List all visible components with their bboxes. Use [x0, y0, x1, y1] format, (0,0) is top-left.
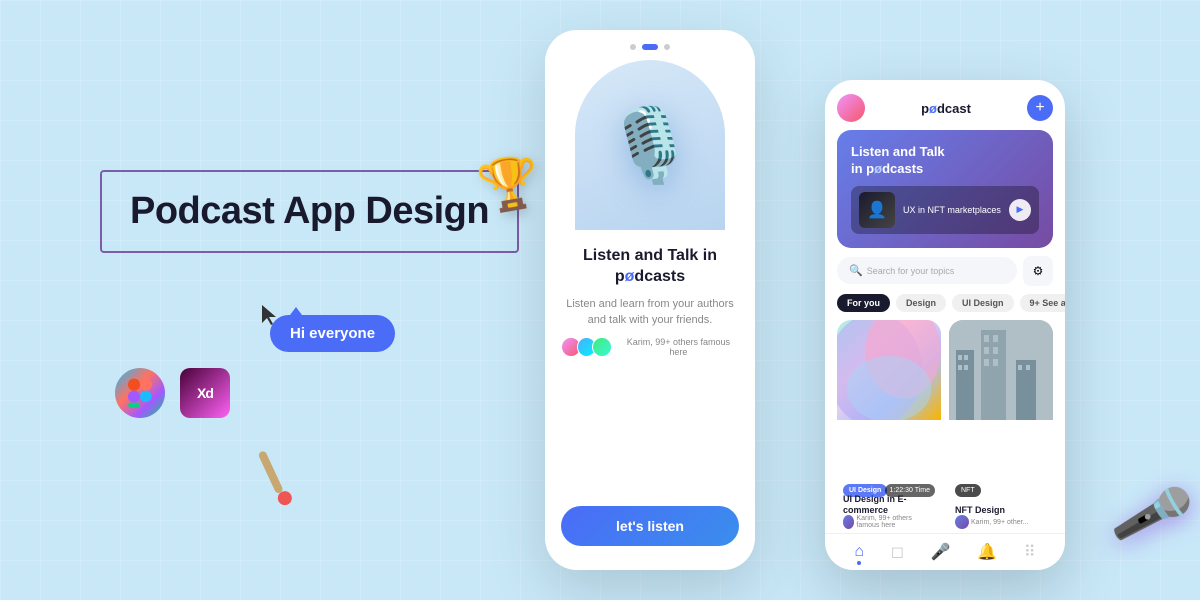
phone-middle-title: Listen and Talk in pødcasts: [561, 246, 739, 288]
trophy-icon: 🏆: [473, 150, 545, 219]
filter-button[interactable]: ⚙: [1023, 256, 1053, 286]
search-placeholder: Search for your topics: [867, 266, 955, 276]
nav-bell[interactable]: 🔔: [977, 542, 997, 562]
add-button[interactable]: +: [1027, 95, 1053, 121]
search-input[interactable]: 🔍 Search for your topics: [837, 257, 1017, 284]
avatar-count: Karim, 99+ others famous here: [618, 337, 739, 357]
xd-icon: Xd: [180, 368, 230, 418]
right-phone-header: pødcast +: [825, 80, 1065, 130]
card-bg-abstract: [837, 320, 941, 420]
podcast-thumbnail[interactable]: 👤 UX in NFT marketplaces ▶: [851, 186, 1039, 234]
phone-middle: 🎙️ Listen and Talk in pødcasts Listen an…: [545, 30, 755, 570]
search-icon: 🔍: [849, 264, 863, 277]
card-bg-building: [949, 320, 1053, 420]
nav-home[interactable]: ⌂: [854, 543, 864, 561]
bat-icon: [239, 442, 316, 525]
card-ui-design[interactable]: UI Design 1:22:30 Time UI Design in E-co…: [837, 320, 941, 533]
card-nft[interactable]: NFT NFT Design Karim, 99+ other...: [949, 320, 1053, 533]
hi-bubble: Hi everyone: [270, 315, 395, 352]
tag-see-all[interactable]: 9+ See all: [1020, 294, 1065, 312]
mic-emoji: 🎙️: [605, 103, 695, 188]
card-meta-ui: Karim, 99+ others famous here: [843, 515, 935, 529]
mic-illustration: 🎙️: [575, 60, 725, 230]
meta-avatar: [843, 515, 854, 529]
avatar-3: [592, 337, 612, 357]
dot-2: [642, 44, 658, 50]
podcast-name: UX in NFT marketplaces: [903, 205, 1001, 215]
brand-name: pødcast: [873, 101, 1019, 116]
phone-mid-content: Listen and Talk in pødcasts Listen and l…: [545, 230, 755, 570]
dot-3: [664, 44, 670, 50]
thumb-image: 👤: [859, 192, 895, 228]
nav-explore[interactable]: ◻: [891, 542, 904, 562]
card-meta-nft: Karim, 99+ other...: [955, 515, 1047, 529]
lets-listen-button[interactable]: let's listen: [561, 506, 739, 546]
nav-mic[interactable]: 🎤: [931, 542, 951, 562]
nav-grid[interactable]: ⠿: [1024, 542, 1036, 562]
user-avatar: [837, 94, 865, 122]
phone-middle-subtitle: Listen and learn from your authors and t…: [561, 296, 739, 329]
card-badge-nft: NFT: [955, 484, 981, 497]
figma-icon: [115, 368, 165, 418]
left-section: Podcast App Design Hi everyone Xd 🏆: [0, 0, 560, 600]
dot-1: [630, 44, 636, 50]
tag-design[interactable]: Design: [896, 294, 946, 312]
search-bar: 🔍 Search for your topics ⚙: [837, 256, 1053, 286]
meta-avatar-2: [955, 515, 969, 529]
main-title: Podcast App Design: [130, 190, 489, 233]
hero-title: Listen and Talkin pødcasts: [851, 144, 1039, 178]
phone-avatars: Karim, 99+ others famous here: [561, 337, 739, 357]
topic-tags: For you Design UI Design 9+ See all: [825, 294, 1065, 312]
pagination-dots: [630, 44, 670, 50]
bottom-nav: ⌂ ◻ 🎤 🔔 ⠿: [825, 533, 1065, 570]
podcast-cards: UI Design 1:22:30 Time UI Design in E-co…: [825, 320, 1065, 533]
tag-for-you[interactable]: For you: [837, 294, 890, 312]
phone-right: pødcast + Listen and Talkin pødcasts 👤 U…: [825, 80, 1065, 570]
play-button[interactable]: ▶: [1009, 199, 1031, 221]
card-title-ui: UI Design in E-commerce: [843, 494, 935, 517]
title-box: Podcast App Design: [100, 170, 519, 253]
tag-ui-design[interactable]: UI Design: [952, 294, 1014, 312]
hero-card: Listen and Talkin pødcasts 👤 UX in NFT m…: [837, 130, 1053, 248]
